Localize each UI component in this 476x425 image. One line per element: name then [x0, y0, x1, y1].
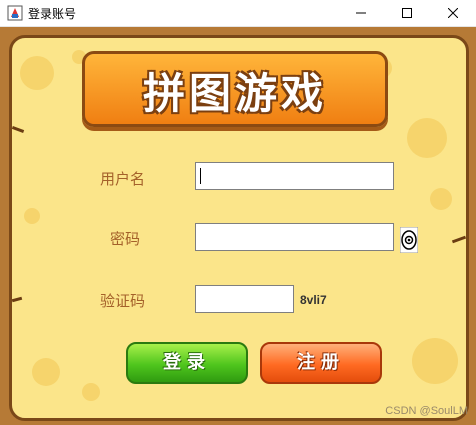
username-input[interactable] [195, 162, 394, 190]
title-bar: 登录账号 [0, 0, 476, 27]
maximize-button[interactable] [384, 0, 430, 26]
game-title: 拼图游戏 [142, 69, 327, 118]
login-button[interactable]: 登录 [126, 342, 248, 384]
window-title: 登录账号 [28, 7, 77, 21]
password-input[interactable] [195, 223, 394, 251]
decor-spot [82, 383, 100, 401]
decor-spot [407, 118, 447, 158]
captcha-input[interactable] [195, 285, 294, 313]
close-icon [448, 8, 458, 18]
wood-crack [12, 126, 25, 133]
eye-icon[interactable] [399, 226, 419, 254]
text-caret [200, 168, 201, 184]
captcha-code[interactable]: 8vli7 [300, 293, 327, 307]
minimize-button[interactable] [338, 0, 384, 26]
username-label: 用户名 [100, 170, 146, 188]
game-logo: 拼图游戏 [82, 51, 388, 127]
wood-crack [12, 296, 23, 303]
decor-spot [412, 338, 458, 384]
watermark: CSDN @SoulLM [385, 405, 468, 417]
close-button[interactable] [430, 0, 476, 26]
decor-spot [430, 188, 452, 210]
minimize-icon [356, 12, 366, 14]
captcha-label: 验证码 [100, 292, 146, 310]
decor-spot [32, 358, 60, 386]
java-app-icon [7, 5, 23, 21]
maximize-icon [402, 8, 412, 18]
register-button[interactable]: 注册 [260, 342, 382, 384]
decor-spot [20, 56, 54, 90]
password-label: 密码 [110, 230, 141, 248]
wood-crack [451, 235, 466, 244]
decor-spot [24, 208, 40, 224]
